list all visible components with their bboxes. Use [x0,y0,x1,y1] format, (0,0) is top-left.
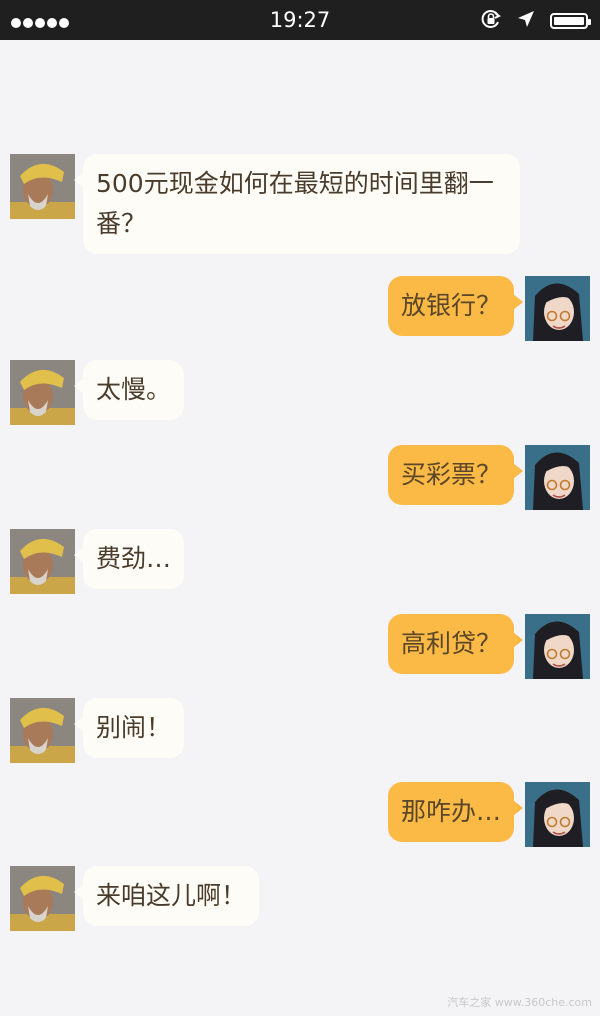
message-bubble-incoming[interactable]: 别闹！ [73,698,185,758]
my-avatar[interactable] [525,782,590,847]
message-bubble-outgoing[interactable]: 高利贷？ [387,614,524,674]
message-bubble-incoming[interactable]: 费劲… [73,529,185,589]
chat-thread: 500元现金如何在最短的时间里翻一番？ 放银行？ 太慢。 买彩票？ 费劲… 高利… [0,40,600,1016]
message-bubble-outgoing[interactable]: 那咋办… [387,782,524,842]
sender-avatar[interactable] [10,529,75,594]
my-avatar[interactable] [525,445,590,510]
rotation-lock-icon [480,8,502,34]
status-bar: 19:27 [0,0,600,40]
my-avatar[interactable] [525,276,590,341]
location-arrow-icon [517,10,535,32]
watermark: 汽车之家 www.360che.com [447,996,592,1009]
message-bubble-outgoing[interactable]: 买彩票？ [387,445,524,505]
sender-avatar[interactable] [10,360,75,425]
battery-icon [550,13,591,29]
message-bubble-incoming[interactable]: 来咱这儿啊！ [73,866,260,926]
message-bubble-incoming[interactable]: 500元现金如何在最短的时间里翻一番？ [74,154,520,254]
message-bubble-outgoing[interactable]: 放银行？ [387,276,524,336]
sender-avatar[interactable] [10,154,75,219]
sender-avatar[interactable] [10,698,75,763]
sender-avatar[interactable] [10,866,75,931]
my-avatar[interactable] [525,614,590,679]
battery-level [554,17,584,25]
message-bubble-incoming[interactable]: 太慢。 [73,360,185,420]
